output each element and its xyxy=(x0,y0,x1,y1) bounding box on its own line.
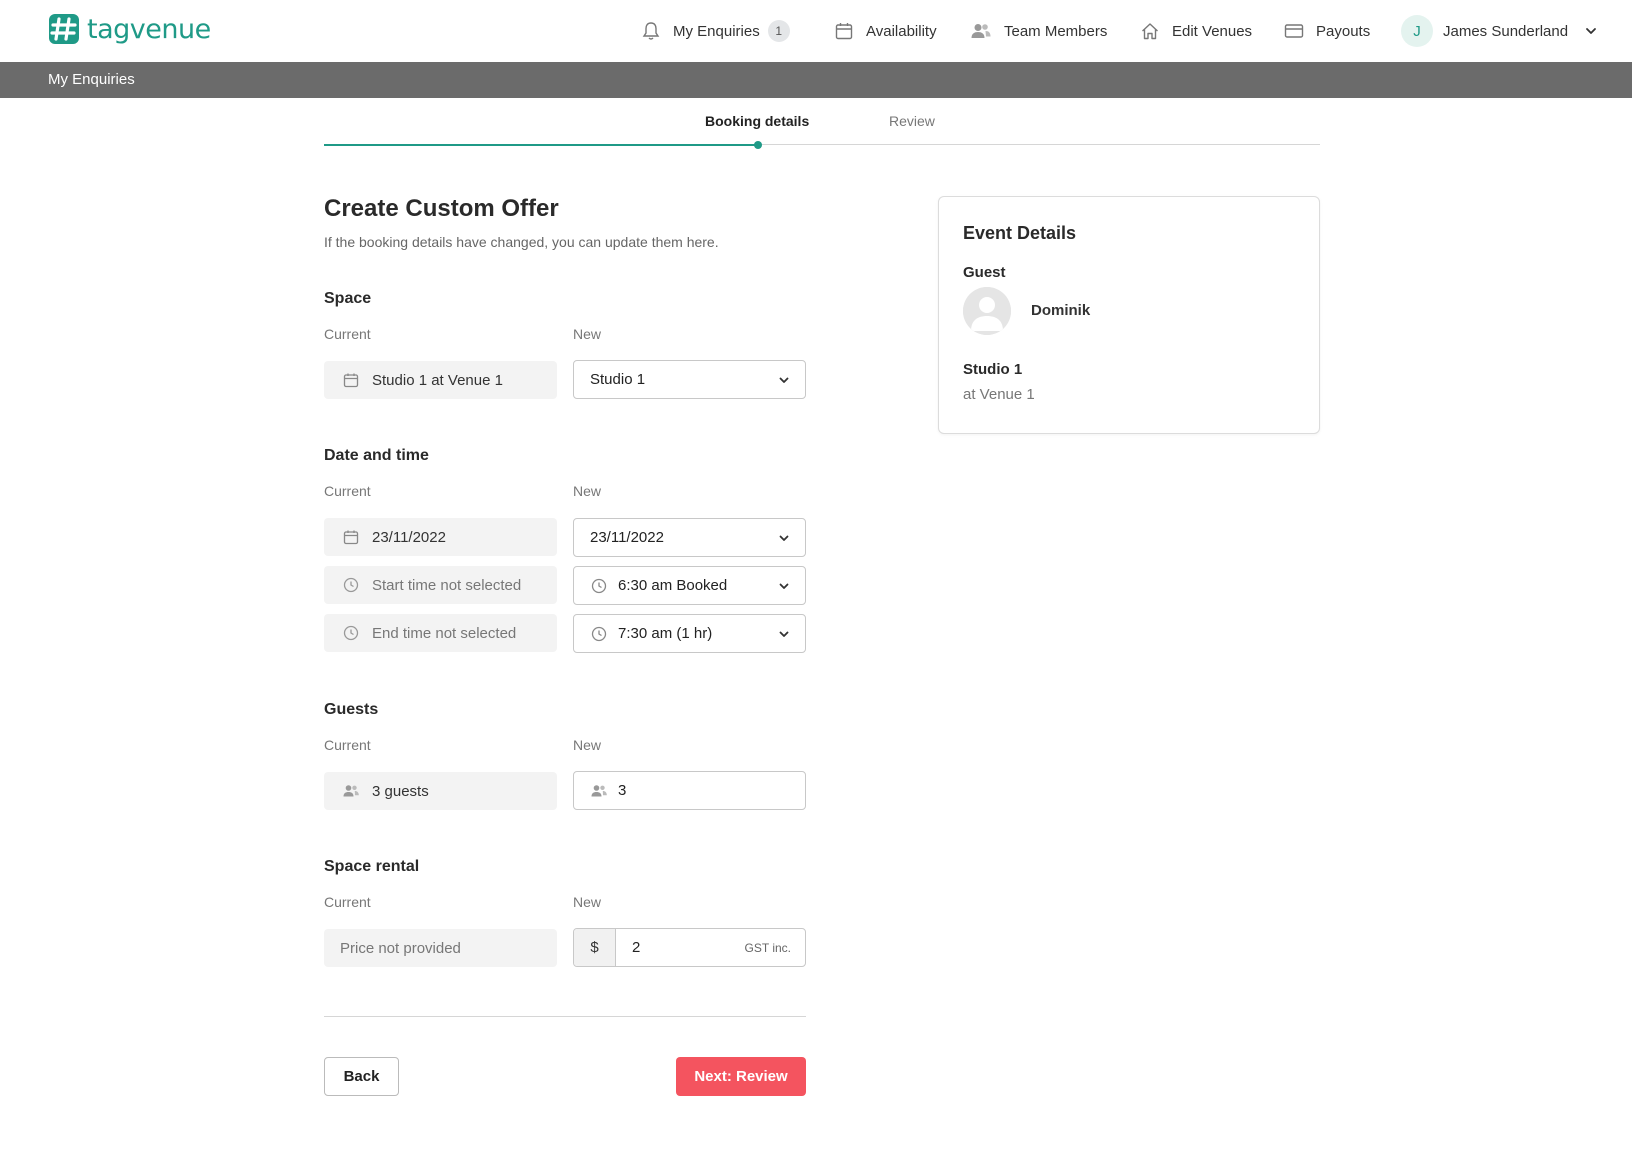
event-details-card: Event Details Guest Dominik Studio 1 at … xyxy=(938,196,1320,434)
current-label: Current xyxy=(324,483,371,499)
current-price-value: Price not provided xyxy=(340,939,461,957)
price-input-value: 2 xyxy=(632,939,641,956)
nav-payouts-label: Payouts xyxy=(1316,22,1371,40)
current-space-value: Studio 1 at Venue 1 xyxy=(372,371,503,389)
logo[interactable]: tagvenue xyxy=(47,12,211,46)
chevron-down-icon xyxy=(779,583,789,589)
nav-team-members-label: Team Members xyxy=(1004,22,1108,40)
breadcrumb-bar: My Enquiries xyxy=(0,62,1632,98)
bell-icon xyxy=(642,22,660,40)
nav-edit-venues[interactable]: Edit Venues xyxy=(1140,0,1252,62)
date-select-value: 23/11/2022 xyxy=(590,529,664,546)
nav-team-members[interactable]: Team Members xyxy=(970,0,1107,62)
back-button[interactable]: Back xyxy=(324,1057,399,1096)
datetime-section-title: Date and time xyxy=(324,447,429,464)
calendar-icon xyxy=(342,528,360,546)
rental-section-title: Space rental xyxy=(324,858,420,875)
guests-input[interactable]: 3 xyxy=(573,771,806,810)
nav-my-enquiries-label: My Enquiries xyxy=(673,22,760,40)
current-date: 23/11/2022 xyxy=(324,518,557,556)
guest-label: Guest xyxy=(963,264,1006,281)
credit-card-icon xyxy=(1284,24,1304,38)
next-review-button[interactable]: Next: Review xyxy=(676,1057,806,1096)
user-menu[interactable]: J James Sunderland xyxy=(1401,0,1598,62)
users-icon xyxy=(342,782,360,800)
clock-icon xyxy=(342,576,360,594)
end-time-select[interactable]: 7:30 am (1 hr) xyxy=(573,614,806,653)
user-avatar: J xyxy=(1401,15,1433,47)
page-title: Create Custom Offer xyxy=(324,195,559,222)
space-select[interactable]: Studio 1 xyxy=(573,360,806,399)
gst-suffix: GST inc. xyxy=(744,941,791,955)
end-time-select-value: 7:30 am (1 hr) xyxy=(618,625,713,642)
current-end-time-value: End time not selected xyxy=(372,624,517,642)
users-icon xyxy=(971,24,991,38)
guests-input-value: 3 xyxy=(618,782,627,799)
date-select[interactable]: 23/11/2022 xyxy=(573,518,806,557)
new-label: New xyxy=(573,326,602,342)
logo-icon xyxy=(49,14,79,44)
nav-availability-label: Availability xyxy=(866,22,937,40)
current-start-time-value: Start time not selected xyxy=(372,576,522,594)
space-select-value: Studio 1 xyxy=(590,371,646,388)
nav-payouts[interactable]: Payouts xyxy=(1284,0,1370,62)
price-input[interactable]: 2 GST inc. xyxy=(616,929,805,966)
current-guests-value: 3 guests xyxy=(372,782,429,800)
calendar-icon xyxy=(342,371,360,389)
user-placeholder-icon xyxy=(963,287,1011,335)
start-time-select-value: 6:30 am Booked xyxy=(618,577,728,594)
nav-edit-venues-label: Edit Venues xyxy=(1172,22,1253,40)
guests-section-title: Guests xyxy=(324,701,379,718)
nav-availability[interactable]: Availability xyxy=(834,0,937,62)
step-review[interactable]: Review xyxy=(889,113,935,129)
current-label: Current xyxy=(324,894,371,910)
current-price: Price not provided xyxy=(324,929,557,967)
start-time-select[interactable]: 6:30 am Booked xyxy=(573,566,806,605)
user-name: James Sunderland xyxy=(1443,22,1569,40)
clock-icon xyxy=(342,624,360,642)
currency-prefix: $ xyxy=(574,929,616,966)
current-label: Current xyxy=(324,737,371,753)
chevron-down-icon xyxy=(1586,28,1596,34)
breadcrumb[interactable]: My Enquiries xyxy=(48,71,135,88)
nav-my-enquiries[interactable]: My Enquiries 1 xyxy=(641,0,790,62)
guest-name: Dominik xyxy=(1031,302,1091,319)
price-field: $ 2 GST inc. xyxy=(573,928,806,967)
clock-icon xyxy=(590,577,608,595)
current-date-value: 23/11/2022 xyxy=(372,528,446,546)
home-icon xyxy=(1142,23,1158,40)
new-label: New xyxy=(573,737,602,753)
guest-avatar xyxy=(963,287,1011,335)
calendar-icon xyxy=(835,23,853,40)
current-start-time: Start time not selected xyxy=(324,566,557,604)
chevron-down-icon xyxy=(779,377,789,383)
space-section-title: Space xyxy=(324,290,372,307)
event-space: Studio 1 xyxy=(963,361,1023,378)
current-space: Studio 1 at Venue 1 xyxy=(324,361,557,399)
chevron-down-icon xyxy=(779,631,789,637)
current-guests: 3 guests xyxy=(324,772,557,810)
new-label: New xyxy=(573,483,602,499)
new-label: New xyxy=(573,894,602,910)
clock-icon xyxy=(590,625,608,643)
divider xyxy=(324,1016,806,1017)
event-details-title: Event Details xyxy=(963,223,1077,243)
chevron-down-icon xyxy=(779,535,789,541)
top-nav: tagvenue My Enquiries 1 Availability Tea… xyxy=(0,0,1632,62)
page-subtitle: If the booking details have changed, you… xyxy=(324,234,719,250)
progress-fill xyxy=(324,144,758,146)
event-venue: at Venue 1 xyxy=(963,386,1035,403)
step-booking-details[interactable]: Booking details xyxy=(705,113,809,129)
progress-dot xyxy=(754,141,762,149)
users-icon xyxy=(590,782,608,800)
current-end-time: End time not selected xyxy=(324,614,557,652)
current-label: Current xyxy=(324,326,371,342)
enquiries-count-badge: 1 xyxy=(767,20,790,42)
logo-text: tagvenue xyxy=(87,13,211,45)
